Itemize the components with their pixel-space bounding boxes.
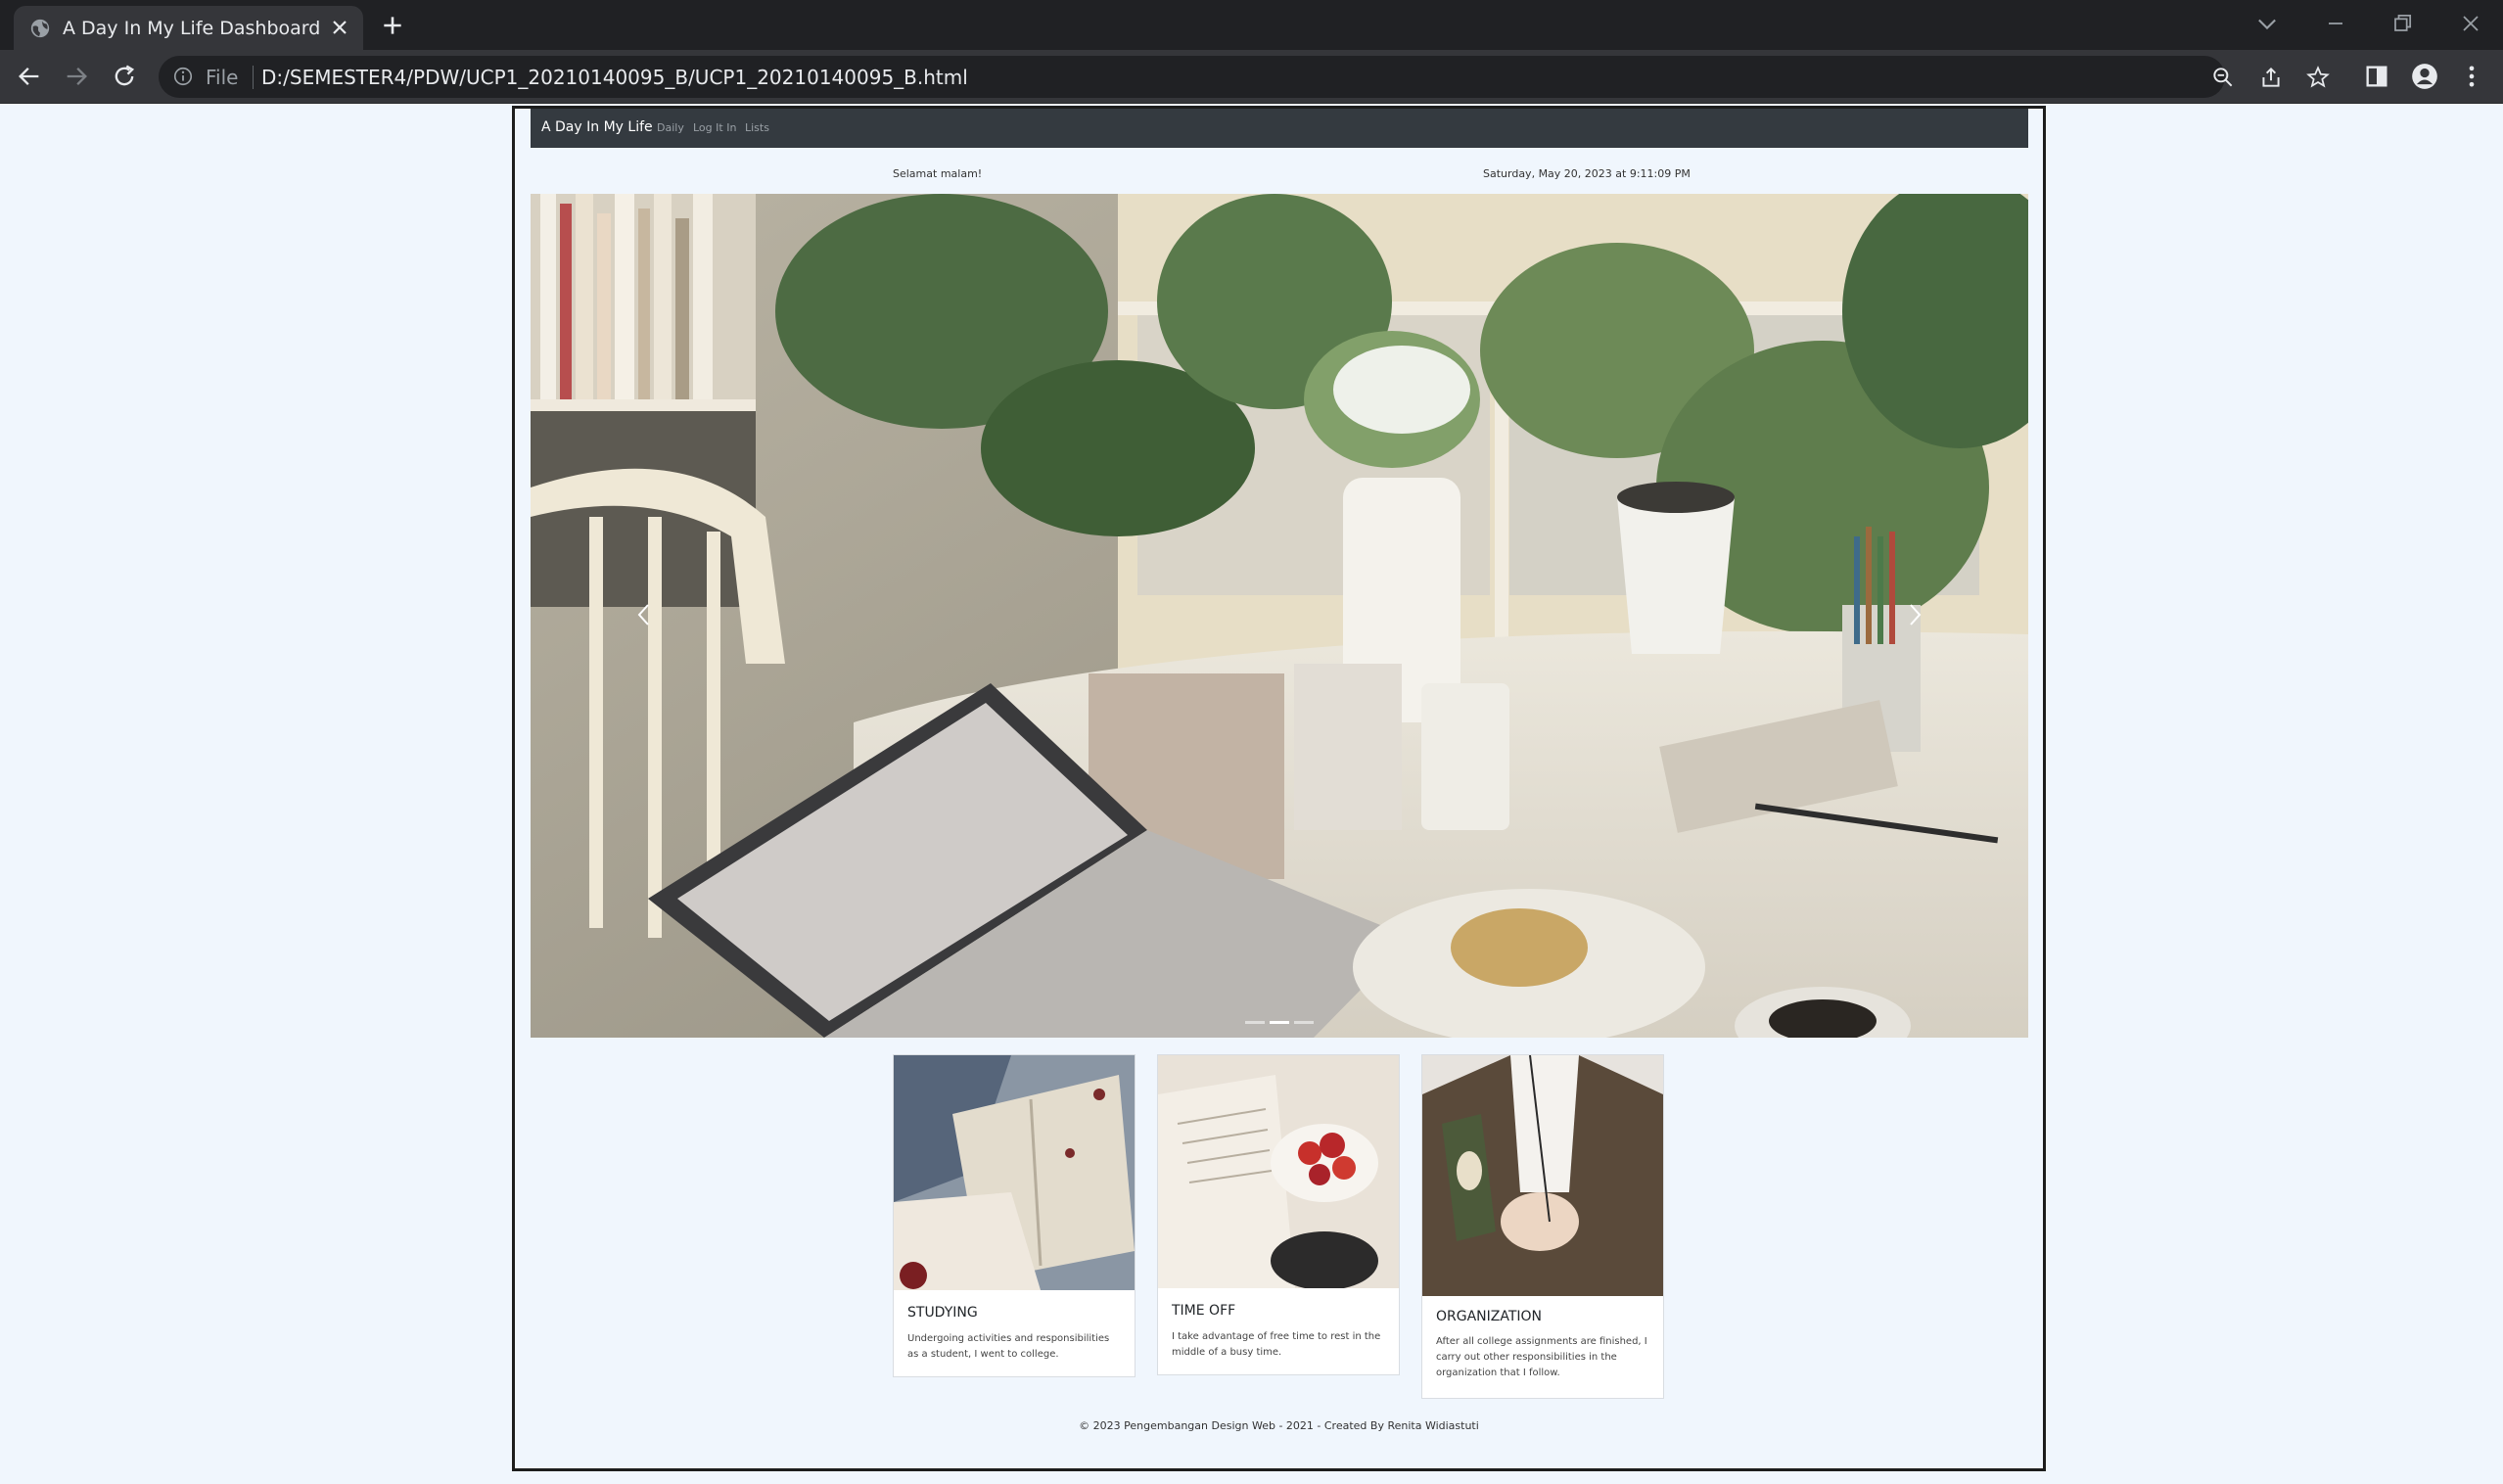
carousel-indicator[interactable] — [1294, 1021, 1314, 1024]
url-text[interactable]: D:/SEMESTER4/PDW/UCP1_20210140095_B/UCP1… — [261, 66, 968, 89]
carousel-indicator[interactable] — [1245, 1021, 1265, 1024]
hero-carousel[interactable] — [531, 194, 2028, 1038]
profile-icon[interactable] — [2411, 63, 2438, 90]
card-title: STUDYING — [907, 1305, 978, 1321]
side-panel-icon[interactable] — [2363, 63, 2390, 90]
more-vert-icon[interactable] — [2458, 63, 2485, 90]
zoom-icon[interactable] — [2210, 65, 2236, 90]
carousel-indicator-active[interactable] — [1270, 1021, 1289, 1024]
card-text: Undergoing activities and responsibiliti… — [907, 1333, 1110, 1360]
chevron-down-icon[interactable] — [2253, 10, 2281, 37]
carousel-prev-icon[interactable] — [634, 600, 654, 629]
site-navbar: A Day In My Life Daily Log It In Lists — [531, 109, 2028, 148]
omnibox-divider — [253, 66, 254, 89]
globe-icon — [30, 19, 50, 38]
browser-tab[interactable]: A Day In My Life Dashboard — [14, 6, 363, 50]
datetime-text: Saturday, May 20, 2023 at 9:11:09 PM — [1483, 167, 1691, 180]
restore-icon[interactable] — [2388, 10, 2416, 37]
card-text: I take advantage of free time to rest in… — [1172, 1331, 1381, 1358]
greeting-text: Selamat malam! — [893, 167, 983, 180]
forward-arrow-icon[interactable] — [63, 63, 90, 90]
card-image-studying — [894, 1055, 1135, 1290]
close-window-icon[interactable] — [2457, 10, 2484, 37]
reload-icon[interactable] — [111, 63, 138, 90]
carousel-next-icon[interactable] — [1905, 600, 1924, 629]
footer-text: © 2023 Pengembangan Design Web - 2021 - … — [1079, 1419, 1479, 1432]
star-icon[interactable] — [2305, 65, 2331, 90]
page-container: A Day In My Life Daily Log It In Lists S… — [512, 106, 2046, 1471]
carousel-image — [531, 194, 2028, 1038]
card-organization: ORGANIZATION After all college assignmen… — [1421, 1054, 1664, 1399]
nav-link-daily[interactable]: Daily — [657, 121, 684, 134]
tab-title: A Day In My Life Dashboard — [63, 18, 321, 39]
card-image-time-off — [1158, 1055, 1399, 1288]
card-title: ORGANIZATION — [1436, 1309, 1543, 1324]
navbar-brand[interactable]: A Day In My Life — [541, 119, 653, 135]
share-icon[interactable] — [2258, 65, 2284, 90]
card-title: TIME OFF — [1172, 1303, 1236, 1319]
minimize-icon[interactable] — [2322, 10, 2349, 37]
plus-icon[interactable] — [380, 13, 405, 38]
card-image-organization — [1422, 1055, 1663, 1296]
info-icon[interactable] — [172, 66, 194, 87]
browser-tab-strip: A Day In My Life Dashboard — [0, 0, 2503, 50]
close-icon[interactable] — [328, 16, 351, 39]
card-text: After all college assignments are finish… — [1436, 1336, 1647, 1378]
back-arrow-icon[interactable] — [16, 63, 43, 90]
card-studying: STUDYING Undergoing activities and respo… — [893, 1054, 1136, 1377]
file-scheme-label: File — [206, 66, 239, 89]
nav-link-lists[interactable]: Lists — [745, 121, 769, 134]
card-time-off: TIME OFF I take advantage of free time t… — [1157, 1054, 1400, 1375]
browser-toolbar: File D:/SEMESTER4/PDW/UCP1_20210140095_B… — [0, 50, 2503, 104]
address-bar[interactable]: File D:/SEMESTER4/PDW/UCP1_20210140095_B… — [159, 56, 2330, 98]
nav-link-log-it-in[interactable]: Log It In — [693, 121, 736, 134]
